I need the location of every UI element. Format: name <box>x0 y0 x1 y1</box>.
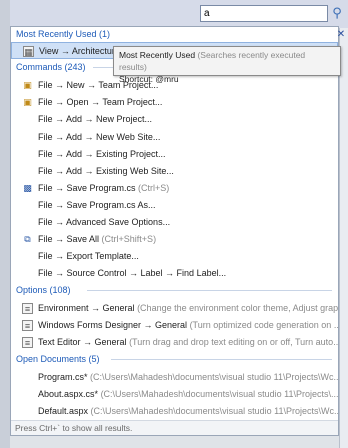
tooltip-line-1: Most Recently Used (Searches recently ex… <box>119 49 335 73</box>
search-icon[interactable]: ⚲ <box>331 5 343 21</box>
command-item-shortcut: (Ctrl+S) <box>138 183 170 193</box>
results-footer: Press Ctrl+` to show all results. <box>11 420 338 435</box>
option-item-label: Text Editor → General <box>38 337 127 347</box>
document-item[interactable]: About.aspx.cs* (C:\Users\Mahadesh\docume… <box>11 386 338 403</box>
settings-page-icon: ≡ <box>22 303 33 314</box>
option-item[interactable]: ≡ Environment → General (Change the envi… <box>11 300 338 317</box>
tooltip-title: Most Recently Used <box>119 50 196 60</box>
document-item-path: (C:\Users\Mahadesh\documents\visual stud… <box>100 389 338 399</box>
section-divider <box>87 290 332 291</box>
command-item-label: File → Advanced Save Options... <box>38 217 171 227</box>
command-item[interactable]: File → Add → Existing Project... <box>11 146 338 163</box>
document-item-path: (C:\Users\Mahadesh\documents\visual stud… <box>90 406 338 416</box>
editor-right-edge <box>339 28 348 448</box>
option-item-label: Windows Forms Designer → General <box>38 320 188 330</box>
command-item[interactable]: File → Export Template... <box>11 248 338 265</box>
command-item[interactable]: File → Save Program.cs As... <box>11 197 338 214</box>
command-item[interactable]: File → Advanced Save Options... <box>11 214 338 231</box>
command-item[interactable]: ▩ File → Save Program.cs (Ctrl+S) <box>11 180 338 197</box>
section-header-label: Open Documents (5) <box>16 354 100 364</box>
section-header-label: Most Recently Used (1) <box>16 29 111 39</box>
command-item[interactable]: ⧉ File → Save All (Ctrl+Shift+S) <box>11 231 338 248</box>
command-item-shortcut: (Ctrl+Shift+S) <box>101 234 157 244</box>
team-project-icon: ▣ <box>23 80 32 90</box>
quick-launch-input[interactable]: a <box>200 5 328 22</box>
document-item-label: About.aspx.cs* <box>38 389 99 399</box>
mru-tooltip: Most Recently Used (Searches recently ex… <box>113 46 341 84</box>
command-item-label: File → Open → Team Project... <box>38 97 163 107</box>
section-header-label: Options (108) <box>16 285 71 295</box>
quick-launch-results: Most Recently Used (1) ▦ View → Architec… <box>10 26 339 436</box>
architecture-explorer-icon: ▦ <box>23 46 34 57</box>
close-icon[interactable]: ✕ <box>336 30 346 40</box>
team-project-icon: ▣ <box>23 97 32 107</box>
command-item[interactable]: File → Add → New Project... <box>11 111 338 128</box>
command-item-label: File → Save Program.cs As... <box>38 200 156 210</box>
section-header-options: Options (108) <box>11 283 338 298</box>
settings-page-icon: ≡ <box>22 320 33 331</box>
command-item-label: File → Add → Existing Web Site... <box>38 166 174 176</box>
command-item[interactable]: File → Source Control → Label → Find Lab… <box>11 265 338 282</box>
command-item-label: File → Source Control → Label → Find Lab… <box>38 268 227 278</box>
option-item-label: Environment → General <box>38 303 135 313</box>
command-item-label: File → Save All <box>38 234 100 244</box>
command-item-label: File → Add → New Project... <box>38 114 153 124</box>
command-item-label: File → Add → New Web Site... <box>38 132 161 142</box>
section-divider <box>111 359 332 360</box>
command-item-label: File → Export Template... <box>38 251 139 261</box>
document-item-path: (C:\Users\Mahadesh\documents\visual stud… <box>90 372 338 382</box>
option-item-description: (Change the environment color theme, Adj… <box>137 303 338 313</box>
section-header-documents: Open Documents (5) <box>11 352 338 367</box>
document-item[interactable]: Default.aspx (C:\Users\Mahadesh\document… <box>11 403 338 420</box>
save-icon: ▩ <box>23 183 32 193</box>
command-item[interactable]: File → Add → New Web Site... <box>11 129 338 146</box>
tooltip-shortcut: Shortcut: @mru <box>119 74 179 84</box>
document-item-label: Default.aspx <box>38 406 89 416</box>
settings-page-icon: ≡ <box>22 337 33 348</box>
document-item[interactable]: Program.cs* (C:\Users\Mahadesh\documents… <box>11 369 338 386</box>
command-item-label: File → Save Program.cs <box>38 183 136 193</box>
option-item-description: (Turn optimized code generation on ... <box>189 320 338 330</box>
command-item[interactable]: File → Add → Existing Web Site... <box>11 163 338 180</box>
section-header-mru: Most Recently Used (1) <box>11 27 338 42</box>
footer-hint: Press Ctrl+` to show all results. <box>15 423 133 433</box>
section-header-label: Commands (243) <box>16 62 86 72</box>
command-item[interactable]: ▣ File → Open → Team Project... <box>11 94 338 111</box>
option-item[interactable]: ≡ Windows Forms Designer → General (Turn… <box>11 317 338 334</box>
option-item[interactable]: ≡ Text Editor → General (Turn drag and d… <box>11 334 338 351</box>
command-item-label: File → Add → Existing Project... <box>38 149 166 159</box>
save-all-icon: ⧉ <box>24 234 31 244</box>
option-item-description: (Turn drag and drop text editing on or o… <box>129 337 338 347</box>
editor-left-edge <box>0 0 10 448</box>
document-item-label: Program.cs* <box>38 372 88 382</box>
